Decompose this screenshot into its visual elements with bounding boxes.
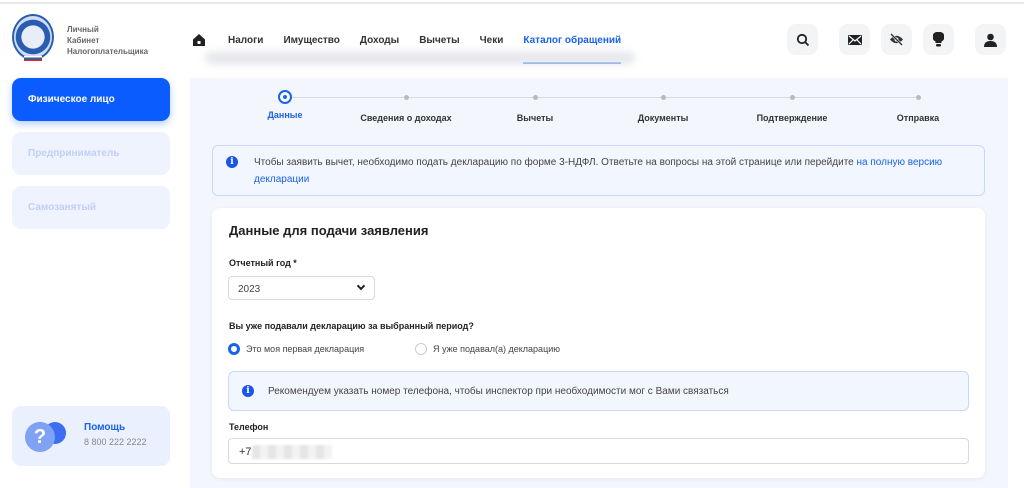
profile-button[interactable] — [975, 24, 1006, 55]
step-dot — [660, 95, 666, 100]
fns-logo[interactable] — [12, 14, 54, 60]
mail-icon — [847, 34, 862, 45]
top-divider — [0, 2, 1024, 4]
radio-already-filed[interactable]: Я уже подавал(а) декларацию — [415, 343, 560, 355]
search-icon — [796, 33, 809, 46]
stepper: Данные Сведения о доходах Вычеты Докумен… — [190, 88, 1008, 128]
info-icon: i — [242, 385, 254, 397]
nav-item-taxes[interactable]: Налоги — [228, 35, 263, 46]
phone-tip: i Рекомендуем указать номер телефона, чт… — [228, 371, 969, 411]
visibility-button[interactable] — [881, 24, 912, 55]
phone-tip-text: Рекомендуем указать номер телефона, чтоб… — [268, 386, 729, 397]
step-data[interactable]: Данные — [225, 88, 345, 120]
radio-unchecked-icon — [415, 343, 427, 355]
logo-flag — [24, 56, 42, 61]
step-income[interactable]: Сведения о доходах — [346, 88, 466, 123]
redacted-phone — [251, 445, 332, 459]
brand-line: Налогоплательщика — [67, 47, 149, 56]
help-title[interactable]: Помощь — [84, 422, 125, 433]
help-card[interactable]: ? Помощь 8 800 222 2222 — [12, 406, 170, 466]
nav-item-property[interactable]: Имущество — [283, 35, 339, 46]
radio-label: Это моя первая декларация — [246, 344, 365, 354]
nav-item-catalog[interactable]: Каталог обращений — [523, 35, 621, 64]
step-label: Вычеты — [516, 113, 554, 123]
step-current-icon — [278, 90, 292, 104]
step-label: Данные — [267, 110, 303, 120]
phone-input[interactable]: +7 — [228, 438, 969, 464]
sidebar-item-entrepreneur[interactable]: Предприниматель — [12, 132, 170, 175]
home-icon[interactable] — [192, 33, 206, 47]
tips-button[interactable] — [923, 24, 954, 55]
radio-first-declaration[interactable]: Это моя первая декларация — [228, 343, 364, 355]
radio-label: Я уже подавал(а) декларацию — [433, 344, 560, 354]
blurred-subtitle — [205, 52, 635, 64]
year-value: 2023 — [238, 284, 261, 295]
notice-text: Чтобы заявить вычет, необходимо подать д… — [254, 157, 857, 168]
step-label: Сведения о доходах — [360, 113, 452, 123]
user-icon — [984, 33, 997, 47]
brand-line: Кабинет — [67, 36, 100, 45]
step-confirmation[interactable]: Подтверждение — [732, 88, 852, 123]
question-icon: ? — [25, 422, 55, 452]
sidebar-item-individual[interactable]: Физическое лицо — [12, 78, 170, 121]
radio-checked-icon — [228, 343, 240, 355]
notice-banner: i Чтобы заявить вычет, необходимо подать… — [212, 145, 985, 196]
search-button[interactable] — [787, 24, 818, 55]
step-dot — [789, 95, 795, 100]
eye-off-icon — [890, 33, 903, 46]
nav-item-deductions[interactable]: Вычеты — [419, 35, 459, 46]
sidebar-item-self-employed[interactable]: Самозанятый — [12, 186, 170, 229]
phone-prefix: +7 — [239, 445, 252, 458]
step-documents[interactable]: Документы — [603, 88, 723, 123]
phone-label: Телефон — [229, 422, 269, 432]
help-phone: 8 800 222 2222 — [84, 437, 147, 447]
chevron-down-icon — [356, 281, 366, 291]
lightbulb-icon — [933, 32, 944, 47]
step-dot — [532, 95, 538, 100]
step-label: Отправка — [896, 113, 940, 123]
declaration-question: Вы уже подавали декларацию за выбранный … — [229, 321, 474, 331]
year-select[interactable]: 2023 — [228, 276, 375, 300]
brand-text: Личный Кабинет Налогоплательщика — [67, 24, 148, 57]
form-title: Данные для подачи заявления — [229, 223, 429, 238]
step-label: Подтверждение — [756, 113, 828, 123]
step-dot — [915, 95, 921, 100]
step-sending[interactable]: Отправка — [858, 88, 978, 123]
nav-item-receipts[interactable]: Чеки — [480, 35, 504, 46]
nav-item-income[interactable]: Доходы — [360, 35, 399, 46]
top-nav: Налоги Имущество Доходы Вычеты Чеки Ката… — [192, 33, 621, 64]
form-card: Данные для подачи заявления Отчетный год… — [212, 208, 985, 478]
step-label: Документы — [637, 113, 689, 123]
info-icon: i — [226, 156, 238, 168]
messages-button[interactable] — [839, 24, 870, 55]
step-dot — [403, 95, 409, 100]
step-deductions[interactable]: Вычеты — [475, 88, 595, 123]
brand-line: Личный — [67, 25, 99, 34]
year-label: Отчетный год * — [229, 258, 297, 268]
